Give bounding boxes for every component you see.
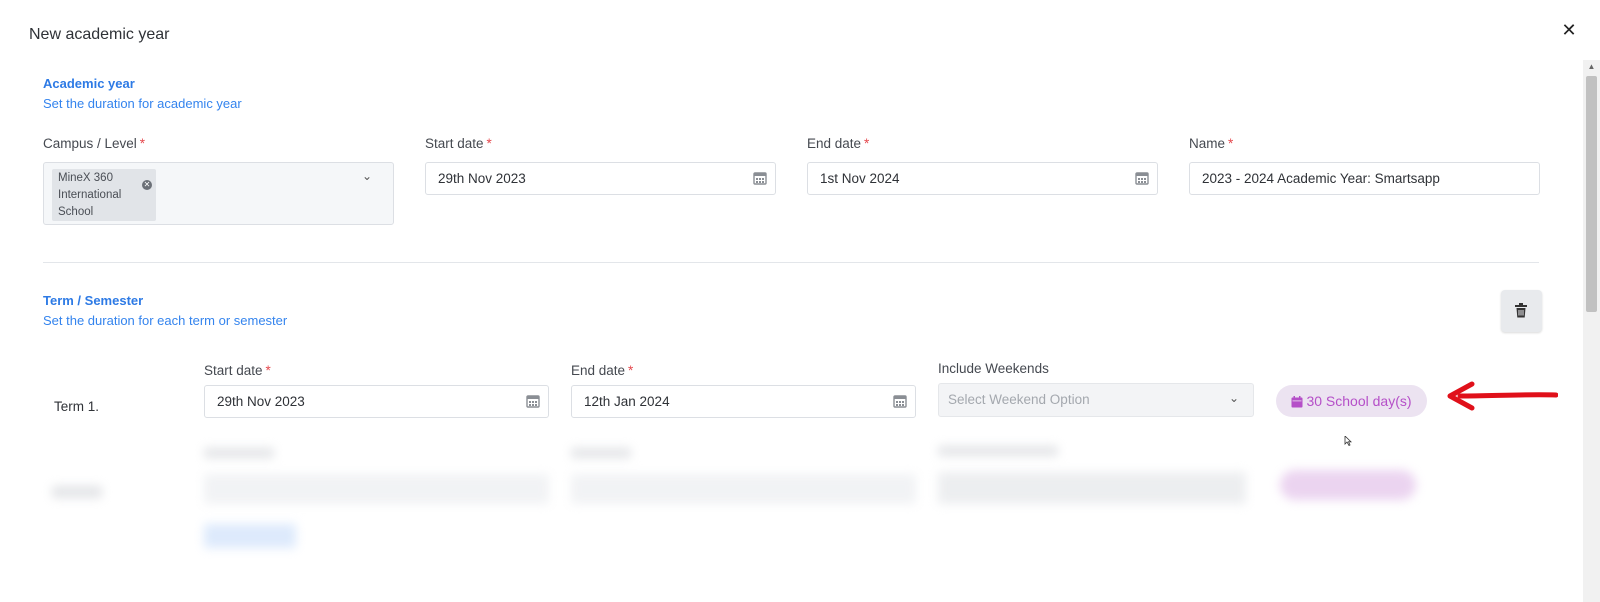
blurred-term-row	[0, 440, 1480, 570]
chip-remove-icon[interactable]: ✕	[142, 180, 152, 190]
trash-icon	[1515, 303, 1527, 318]
calendar-icon[interactable]	[526, 394, 540, 408]
campus-multiselect[interactable]: MineX 360 International School ⌄	[43, 162, 394, 225]
term-end-label: End date *	[571, 363, 634, 378]
term-start-input[interactable]: 29th Nov 2023	[204, 385, 549, 418]
calendar-icon[interactable]	[893, 394, 907, 408]
name-label: Name *	[1189, 136, 1234, 151]
annotation-arrow-icon	[1447, 381, 1558, 411]
delete-term-button[interactable]	[1501, 290, 1542, 332]
scroll-thumb[interactable]	[1586, 76, 1597, 312]
weekends-select[interactable]: Select Weekend Option ⌄	[938, 383, 1254, 417]
term-subtitle: Set the duration for each term or semest…	[43, 313, 288, 328]
start-date-label: Start date *	[425, 136, 492, 151]
term-row-label: Term 1.	[54, 399, 100, 414]
term-title: Term / Semester	[43, 293, 144, 308]
end-date-label: End date *	[807, 136, 870, 151]
vertical-scrollbar[interactable]: ▲	[1583, 60, 1600, 602]
campus-label: Campus / Level *	[43, 136, 146, 151]
school-days-badge: 30 School day(s)	[1276, 385, 1427, 417]
close-icon: ✕	[1561, 20, 1577, 40]
modal-title: New academic year	[29, 26, 170, 43]
name-input[interactable]: 2023 - 2024 Academic Year: Smartsapp	[1189, 162, 1540, 195]
calendar-icon[interactable]	[1135, 171, 1149, 185]
campus-chip: MineX 360 International School	[52, 169, 156, 221]
term-start-label: Start date *	[204, 363, 271, 378]
chevron-down-icon[interactable]: ⌄	[362, 169, 372, 183]
close-button[interactable]: ✕	[1560, 21, 1578, 39]
academic-year-subtitle: Set the duration for academic year	[43, 96, 242, 111]
term-end-input[interactable]: 12th Jan 2024	[571, 385, 916, 418]
academic-year-title: Academic year	[43, 76, 135, 91]
start-date-input[interactable]: 29th Nov 2023	[425, 162, 776, 195]
calendar-icon[interactable]	[753, 171, 767, 185]
calendar-icon	[1291, 396, 1303, 408]
section-divider	[43, 262, 1539, 263]
scroll-up-arrow-icon[interactable]: ▲	[1583, 60, 1600, 74]
chevron-down-icon: ⌄	[1229, 391, 1240, 405]
weekends-label: Include Weekends	[938, 361, 1049, 376]
end-date-input[interactable]: 1st Nov 2024	[807, 162, 1158, 195]
